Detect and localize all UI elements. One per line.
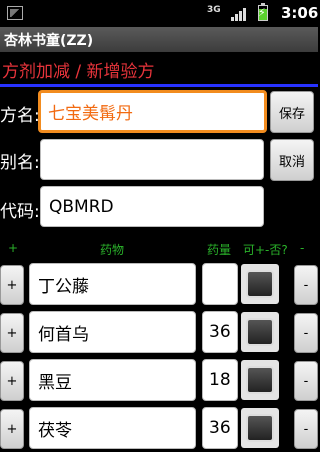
status-bar: 3G 3:06	[0, 0, 318, 26]
title-bar: 杏林书童(ZZ)	[0, 27, 318, 52]
header-minus: -	[300, 241, 305, 255]
app-title: 杏林书童(ZZ)	[4, 33, 94, 49]
name-label: 方名:	[0, 106, 40, 126]
add-button[interactable]: +	[0, 361, 24, 401]
remove-button[interactable]: -	[294, 409, 318, 449]
list-item: + 黑豆 18 -	[0, 356, 318, 404]
list-item: + 丁公藤 -	[0, 260, 318, 308]
header-plus: +	[8, 241, 19, 255]
add-button[interactable]: +	[0, 409, 24, 449]
alias-label: 别名:	[0, 153, 40, 173]
dose-field[interactable]: 36	[202, 311, 238, 353]
list-item: + 何首乌 36 -	[0, 308, 318, 356]
option-checkbox[interactable]	[246, 318, 274, 346]
dose-field[interactable]: 36	[202, 407, 238, 449]
alias-input[interactable]	[40, 139, 264, 180]
dose-field[interactable]: 18	[202, 359, 238, 401]
screen-title: 方剂加减 / 新增验方	[2, 62, 155, 82]
code-input[interactable]: QBMRD	[40, 186, 264, 227]
drug-name-field[interactable]: 黑豆	[29, 359, 196, 401]
header-option: 可+-否?	[243, 243, 288, 257]
header-dose: 药量	[207, 243, 232, 257]
remove-button[interactable]: -	[294, 265, 318, 305]
add-button[interactable]: +	[0, 313, 24, 353]
header-drug: 药物	[100, 243, 125, 257]
clock: 3:06	[281, 4, 319, 22]
list-header: + 药物 药量 可+-否? -	[0, 238, 318, 258]
name-input[interactable]: 七宝美髯丹	[38, 90, 267, 133]
remove-button[interactable]: -	[294, 313, 318, 353]
header-divider	[0, 84, 318, 87]
network-type: 3G	[207, 5, 221, 15]
option-checkbox[interactable]	[246, 366, 274, 394]
notification-icon	[7, 6, 23, 20]
drug-name-field[interactable]: 茯苓	[29, 407, 196, 449]
code-label: 代码:	[0, 202, 40, 222]
remove-button[interactable]: -	[294, 361, 318, 401]
cancel-button[interactable]: 取消	[270, 139, 314, 181]
add-button[interactable]: +	[0, 265, 24, 305]
option-checkbox[interactable]	[246, 270, 274, 298]
dose-field[interactable]	[202, 263, 238, 305]
signal-icon	[231, 7, 249, 21]
screen-header: 方剂加减 / 新增验方	[0, 53, 318, 84]
drug-name-field[interactable]: 何首乌	[29, 311, 196, 353]
drug-name-field[interactable]: 丁公藤	[29, 263, 196, 305]
save-button[interactable]: 保存	[270, 91, 314, 133]
option-checkbox[interactable]	[246, 414, 274, 442]
battery-charging-icon	[258, 3, 268, 21]
